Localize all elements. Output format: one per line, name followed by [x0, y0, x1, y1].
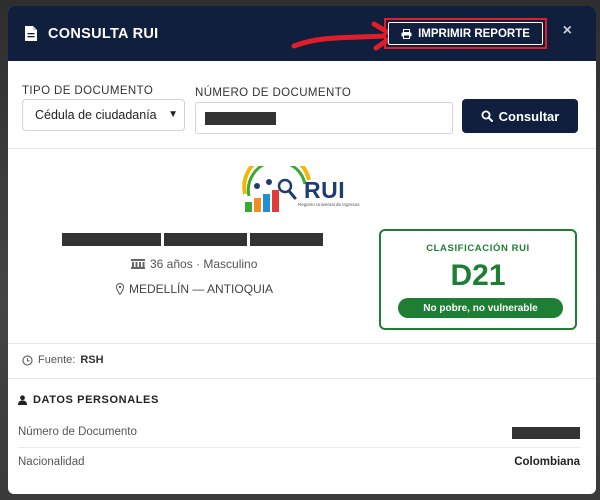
source-label: Fuente:	[38, 354, 76, 366]
user-icon	[18, 395, 27, 405]
search-form: TIPO DE DOCUMENTO NÚMERO DE DOCUMENTO Cé…	[8, 61, 596, 149]
person-age-gender: 36 años · Masculino	[131, 257, 257, 271]
classification-code: D21	[450, 259, 506, 292]
clock-icon	[22, 354, 33, 366]
numero-documento-input[interactable]	[195, 102, 453, 134]
modal-header: CONSULTA RUI IMPRIMIR REPORTE ×	[8, 6, 596, 61]
redacted-name-part	[164, 233, 247, 246]
row-value-nacionalidad: Colombiana	[514, 456, 580, 468]
print-report-button[interactable]: IMPRIMIR REPORTE	[388, 22, 543, 45]
divider	[8, 343, 596, 344]
personal-data-title: DATOS PERSONALES	[18, 394, 159, 406]
person-location: MEDELLÍN — ANTIOQUIA	[116, 282, 273, 296]
printer-icon	[401, 28, 412, 39]
consulta-rui-modal: CONSULTA RUI IMPRIMIR REPORTE × TIPO DE …	[8, 6, 596, 494]
location-text: MEDELLÍN — ANTIOQUIA	[129, 282, 274, 296]
consultar-label: Consultar	[498, 108, 560, 124]
redacted-name-part	[62, 233, 161, 246]
close-button[interactable]: ×	[563, 22, 572, 40]
redacted-document-number	[205, 112, 276, 125]
classification-label: CLASIFICACIÓN RUI	[426, 243, 530, 254]
search-icon	[481, 110, 493, 122]
rui-logo-text: RUI	[304, 177, 346, 203]
redacted-person-name	[62, 233, 323, 246]
classification-badge: No pobre, no vulnerable	[398, 298, 563, 318]
classification-card: CLASIFICACIÓN RUI D21 No pobre, no vulne…	[379, 229, 577, 330]
row-label-nacionalidad: Nacionalidad	[18, 456, 85, 468]
consultar-button[interactable]: Consultar	[462, 99, 578, 133]
source-value: RSH	[80, 354, 104, 366]
print-report-label: IMPRIMIR REPORTE	[418, 27, 530, 40]
source-line: Fuente: RSH	[22, 354, 104, 366]
divider	[8, 378, 596, 379]
redacted-name-part	[250, 233, 323, 246]
numero-documento-label: NÚMERO DE DOCUMENTO	[195, 87, 352, 99]
redacted-document-value	[512, 427, 580, 439]
age-gender-text: 36 años · Masculino	[150, 257, 258, 271]
personal-data-title-text: DATOS PERSONALES	[33, 394, 159, 406]
row-label-numero-documento: Número de Documento	[18, 426, 137, 438]
tipo-documento-select[interactable]: Cédula de ciudadanía ▼	[22, 99, 185, 131]
people-icon	[131, 259, 145, 269]
row-separator	[18, 447, 580, 448]
tipo-documento-value: Cédula de ciudadanía	[35, 108, 157, 122]
map-marker-icon	[116, 283, 124, 295]
tipo-documento-label: TIPO DE DOCUMENTO	[22, 85, 154, 97]
modal-title: CONSULTA RUI	[48, 25, 159, 42]
rui-logo-subtitle: Registro Universal de Ingresos	[298, 202, 360, 207]
document-icon	[25, 26, 37, 41]
chevron-down-icon: ▼	[168, 109, 178, 120]
